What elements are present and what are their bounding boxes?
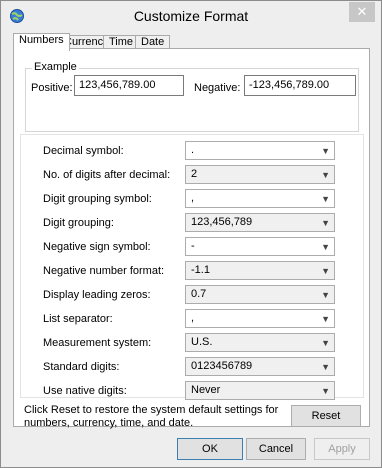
window-title: Customize Format [133,8,249,24]
apply-button[interactable]: Apply [314,438,370,460]
digit-grouping-symbol-label: Digit grouping symbol: [43,193,152,205]
digits-after-decimal-label: No. of digits after decimal: [43,169,171,181]
negative-example-field: -123,456,789.00 [244,75,356,96]
chevron-down-icon: ▼ [321,290,330,300]
negative-number-format-label: Negative number format: [43,265,165,277]
dropdown-value: , [191,312,195,324]
title-bar[interactable]: Customize Format ✕ [1,1,381,31]
digit-grouping-label: Digit grouping: [43,217,114,229]
dropdown-value: 0123456789 [191,360,253,372]
setting-row: Measurement system: U.S. ▼ [21,333,363,355]
chevron-down-icon: ▼ [321,194,330,204]
tab-numbers[interactable]: Numbers [13,33,70,51]
chevron-down-icon: ▼ [321,314,330,324]
dropdown-value: U.S. [191,336,213,348]
setting-row: List separator: , ▼ [21,309,363,331]
reset-info-text: Click Reset to restore the system defaul… [24,404,279,429]
chevron-down-icon: ▼ [321,362,330,372]
cancel-button[interactable]: Cancel [246,438,306,460]
example-legend: Example [32,61,79,73]
digits-after-decimal-dropdown[interactable]: 2 ▼ [185,165,335,184]
setting-row: Digit grouping symbol: , ▼ [21,189,363,211]
decimal-symbol-label: Decimal symbol: [43,145,124,157]
setting-row: Display leading zeros: 0.7 ▼ [21,285,363,307]
chevron-down-icon: ▼ [321,242,330,252]
dropdown-value: . [191,144,195,156]
numbers-panel: Example Positive: 123,456,789.00 Negativ… [13,48,370,429]
dropdown-value: -1.1 [191,264,210,276]
standard-digits-dropdown[interactable]: 0123456789 ▼ [185,357,335,376]
negative-sign-symbol-combobox[interactable]: - ▼ [185,237,335,256]
dropdown-value: - [191,240,195,252]
settings-group: Decimal symbol: . ▼ No. of digits after d… [20,134,364,400]
chevron-down-icon: ▼ [321,338,330,348]
decimal-symbol-combobox[interactable]: . ▼ [185,141,335,160]
setting-row: Decimal symbol: . ▼ [21,141,363,163]
negative-number-format-dropdown[interactable]: -1.1 ▼ [185,261,335,280]
setting-row: Negative sign symbol: - ▼ [21,237,363,259]
setting-row: Standard digits: 0123456789 ▼ [21,357,363,379]
dropdown-value: 0.7 [191,288,207,300]
digit-grouping-dropdown[interactable]: 123,456,789 ▼ [185,213,335,232]
setting-row: Negative number format: -1.1 ▼ [21,261,363,283]
reset-button[interactable]: Reset [291,405,361,427]
chevron-down-icon: ▼ [321,218,330,228]
positive-label: Positive: [31,82,73,94]
dropdown-value: 123,456,789 [191,216,253,228]
positive-example-field: 123,456,789.00 [74,75,184,96]
measurement-system-dropdown[interactable]: U.S. ▼ [185,333,335,352]
chevron-down-icon: ▼ [321,266,330,276]
chevron-down-icon: ▼ [321,146,330,156]
use-native-digits-dropdown[interactable]: Never ▼ [185,381,335,400]
close-icon: ✕ [356,4,368,19]
display-leading-zeros-dropdown[interactable]: 0.7 ▼ [185,285,335,304]
customize-format-dialog: Customize Format ✕ Numbers Currency Time… [0,0,382,468]
dropdown-value: , [191,192,195,204]
setting-row: Digit grouping: 123,456,789 ▼ [21,213,363,235]
negative-sign-symbol-label: Negative sign symbol: [43,241,151,253]
dropdown-value: 2 [191,168,198,180]
ok-button[interactable]: OK [177,438,243,460]
display-leading-zeros-label: Display leading zeros: [43,289,151,301]
example-group: Example Positive: 123,456,789.00 Negativ… [25,61,359,132]
close-button[interactable]: ✕ [349,2,375,22]
standard-digits-label: Standard digits: [43,361,120,373]
setting-row: No. of digits after decimal: 2 ▼ [21,165,363,187]
chevron-down-icon: ▼ [321,170,330,180]
use-native-digits-label: Use native digits: [43,385,127,397]
setting-row: Use native digits: Never ▼ [21,381,363,403]
measurement-system-label: Measurement system: [43,337,152,349]
list-separator-combobox[interactable]: , ▼ [185,309,335,328]
list-separator-label: List separator: [43,313,113,325]
negative-label: Negative: [194,82,241,94]
digit-grouping-symbol-combobox[interactable]: , ▼ [185,189,335,208]
dropdown-value: Never [191,384,221,396]
chevron-down-icon: ▼ [321,386,330,396]
